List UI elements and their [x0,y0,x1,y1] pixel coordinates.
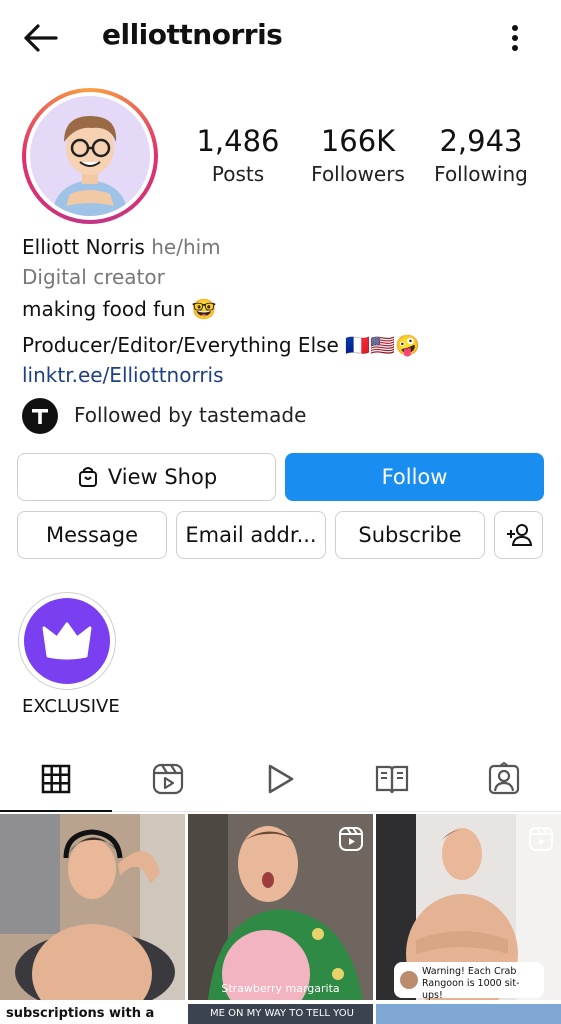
profile-tabs [0,748,561,812]
post-caption: Warning! Each Crab Rangoon is 1000 sit-u… [422,966,520,1000]
bio-link[interactable]: linktr.ee/Elliottnorris [22,360,542,390]
tab-grid[interactable] [0,748,112,812]
reel-badge-icon [529,827,553,851]
vertical-dots-icon [512,25,518,51]
follow-label: Follow [381,465,448,489]
post-caption-bubble: Warning! Each Crab Rangoon is 1000 sit-u… [394,962,544,1000]
post-thumbnail[interactable]: Strawberry margarita [188,814,373,1000]
email-button[interactable]: Email addr... [176,511,326,559]
guide-book-icon [375,765,409,794]
highlight-ring [18,592,116,690]
email-label: Email addr... [185,523,317,547]
followed-by-text: Followed by tastemade [74,403,307,427]
shopping-bag-icon [78,467,97,487]
posts-count-value: 1,486 [196,124,280,158]
posts-count[interactable]: 1,486 Posts [178,122,298,188]
avatar-thumb [400,971,418,989]
tagged-person-icon [488,762,520,795]
subscribe-button[interactable]: Subscribe [335,511,485,559]
post-caption: ME ON MY WAY TO TELL YOU [210,1008,354,1019]
subscribe-label: Subscribe [358,523,462,547]
post-thumbnail[interactable] [0,814,185,1000]
reels-icon [152,763,184,795]
grid-icon [41,764,71,794]
avatar-frame [26,92,154,220]
more-options-button[interactable] [505,22,525,54]
bio-category: Digital creator [22,265,165,289]
back-button[interactable] [20,22,60,54]
cartoon-avatar-image [52,116,128,216]
top-bar: elliottnorris [0,0,561,74]
crown-icon [42,622,92,660]
arrow-left-icon [24,24,58,52]
avatar [30,96,150,216]
post-grid: Strawberry margarita Warning! Each Crab … [0,814,561,1024]
reel-badge-icon [339,827,363,851]
story-ring[interactable] [22,88,158,224]
tab-guides[interactable] [336,748,448,810]
view-shop-label: View Shop [107,465,218,489]
bio-line-2: Producer/Editor/Everything Else 🇫🇷🇺🇸🤪 [22,333,420,357]
highlight-label: EXCLUSIVE [22,696,120,717]
post-caption: subscriptions with a [6,1006,155,1021]
followers-count-label: Followers [311,162,405,186]
tab-tagged[interactable] [448,748,560,810]
view-shop-button[interactable]: View Shop [17,453,276,501]
follow-button[interactable]: Follow [285,453,544,501]
following-count[interactable]: 2,943 Following [421,122,541,188]
display-name: Elliott Norris [22,235,145,259]
profile-bio: Elliott Norris he/him Digital creator ma… [22,232,542,390]
followers-count[interactable]: 166K Followers [298,122,418,188]
post-image [0,814,185,1000]
post-thumbnail[interactable]: Warning! Each Crab Rangoon is 1000 sit-u… [376,814,561,1000]
followers-count-value: 166K [320,124,396,158]
post-thumbnail-row2[interactable]: ME ON MY WAY TO TELL YOU [188,1004,373,1024]
post-thumbnail-row2[interactable] [376,1004,561,1024]
suggested-people-button[interactable] [494,511,543,559]
post-thumbnail-row2[interactable]: subscriptions with a [0,1004,185,1024]
tab-videos[interactable] [224,748,336,810]
followed-by-row[interactable]: Followed by tastemade [22,396,542,436]
play-icon [268,764,294,794]
bio-line-1: making food fun 🤓 [22,297,217,321]
tastemade-logo-icon [22,398,58,434]
posts-count-label: Posts [211,162,265,186]
pronouns: he/him [151,235,221,259]
add-person-icon [506,524,532,546]
highlight-cover [24,598,110,684]
following-count-value: 2,943 [439,124,523,158]
tab-reels[interactable] [112,748,224,810]
following-count-label: Following [434,162,528,186]
bio-name-row: Elliott Norris he/him [22,232,542,262]
post-caption: Strawberry margarita [221,982,340,995]
message-label: Message [45,523,139,547]
profile-username: elliottnorris [102,18,283,51]
message-button[interactable]: Message [17,511,167,559]
story-highlight-exclusive[interactable]: EXCLUSIVE [18,592,120,717]
